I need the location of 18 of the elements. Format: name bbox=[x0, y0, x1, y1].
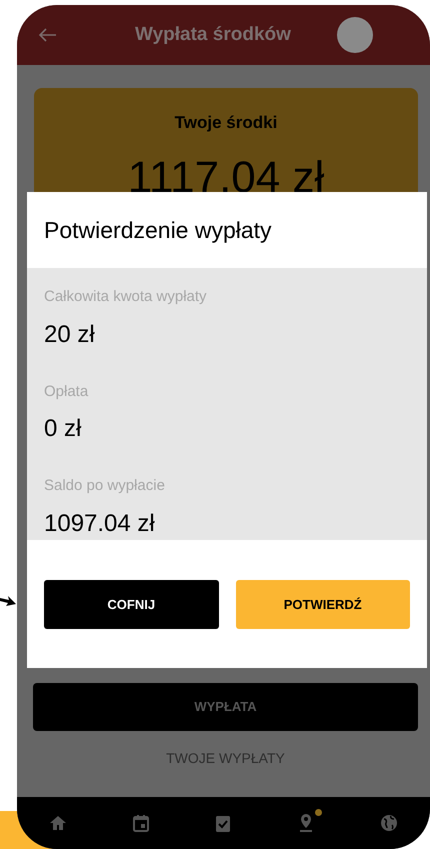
balance-amount: 1117.04 zł bbox=[128, 156, 324, 200]
back-button[interactable]: COFNIJ bbox=[44, 580, 218, 629]
back-arrow-icon[interactable] bbox=[37, 27, 57, 43]
screen-title: Wypłata środków bbox=[135, 22, 291, 47]
avatar-icon[interactable] bbox=[336, 17, 373, 53]
confirm-button[interactable]: POTWIERDŹ bbox=[236, 580, 410, 629]
summary-label: Opłata bbox=[44, 382, 90, 402]
home-icon[interactable] bbox=[48, 813, 68, 833]
globe-icon[interactable] bbox=[378, 813, 399, 833]
summary-label: Saldo po wypłacie bbox=[44, 476, 166, 496]
dialog-title: Potwierdzenie wypłaty bbox=[43, 216, 273, 245]
summary-value: 0 zł bbox=[44, 414, 82, 444]
summary-value: 1097.04 zł bbox=[44, 508, 156, 538]
balance-label: Twoje środki bbox=[174, 112, 278, 134]
arrow-icon bbox=[0, 594, 16, 608]
calendar-icon[interactable] bbox=[130, 813, 151, 833]
summary-value: 20 zł bbox=[44, 320, 96, 350]
summary-label: Całkowita kwota wypłaty bbox=[44, 287, 208, 307]
